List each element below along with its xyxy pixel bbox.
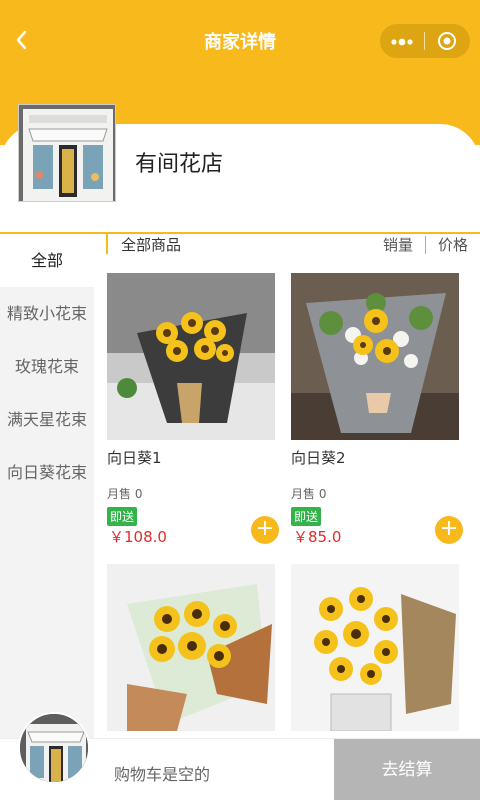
product-card[interactable]: 向日葵2 月售 0 即送 ￥85.0 + [291, 273, 463, 553]
close-target-icon[interactable] [425, 30, 469, 52]
shop-logo-image [18, 104, 116, 202]
product-card[interactable] [107, 564, 275, 734]
toolbar-accent [106, 234, 108, 254]
product-image[interactable] [107, 273, 275, 440]
product-image[interactable] [291, 273, 459, 440]
sidebar-item-all[interactable]: 全部 [0, 234, 94, 287]
cart-icon[interactable] [18, 712, 90, 784]
product-name: 向日葵2 [291, 449, 346, 467]
sort-options: 销量 价格 [383, 234, 468, 255]
product-card[interactable]: 向日葵1 月售 0 即送 ￥108.0 + [107, 273, 279, 553]
sort-toolbar: 全部商品 销量 价格 [106, 234, 468, 256]
product-price: ￥85.0 [293, 528, 342, 546]
product-price: ￥108.0 [109, 528, 167, 546]
add-to-cart-button[interactable]: + [251, 516, 279, 544]
more-dots-icon[interactable] [380, 31, 424, 52]
sidebar-item-sunflower[interactable]: 向日葵花束 [0, 446, 94, 499]
product-card[interactable] [291, 564, 459, 734]
product-sales: 月售 0 [107, 487, 143, 501]
add-to-cart-button[interactable]: + [435, 516, 463, 544]
product-image[interactable] [107, 564, 275, 731]
sidebar-item-small-bouquet[interactable]: 精致小花束 [0, 287, 94, 340]
product-image[interactable] [291, 564, 459, 731]
shop-name: 有间花店 [135, 152, 224, 177]
product-sales: 月售 0 [291, 487, 327, 501]
sort-by-price[interactable]: 价格 [438, 234, 468, 255]
sidebar-item-babys-breath[interactable]: 满天星花束 [0, 393, 94, 446]
mini-program-capsule [380, 24, 470, 58]
sort-by-sales[interactable]: 销量 [383, 234, 413, 255]
cart-status: 购物车是空的 [114, 765, 211, 784]
sidebar-item-rose-bouquet[interactable]: 玫瑰花束 [0, 340, 94, 393]
instant-delivery-badge: 即送 [107, 507, 138, 526]
product-name: 向日葵1 [107, 449, 162, 467]
checkout-button[interactable]: 去结算 [334, 739, 480, 800]
product-area: 全部商品 销量 价格 向日葵1 月售 0 即送 ￥108.0 + 向日葵2 月售… [94, 234, 480, 800]
instant-delivery-badge: 即送 [291, 507, 322, 526]
all-products-label: 全部商品 [121, 236, 182, 254]
sort-separator [424, 235, 426, 254]
